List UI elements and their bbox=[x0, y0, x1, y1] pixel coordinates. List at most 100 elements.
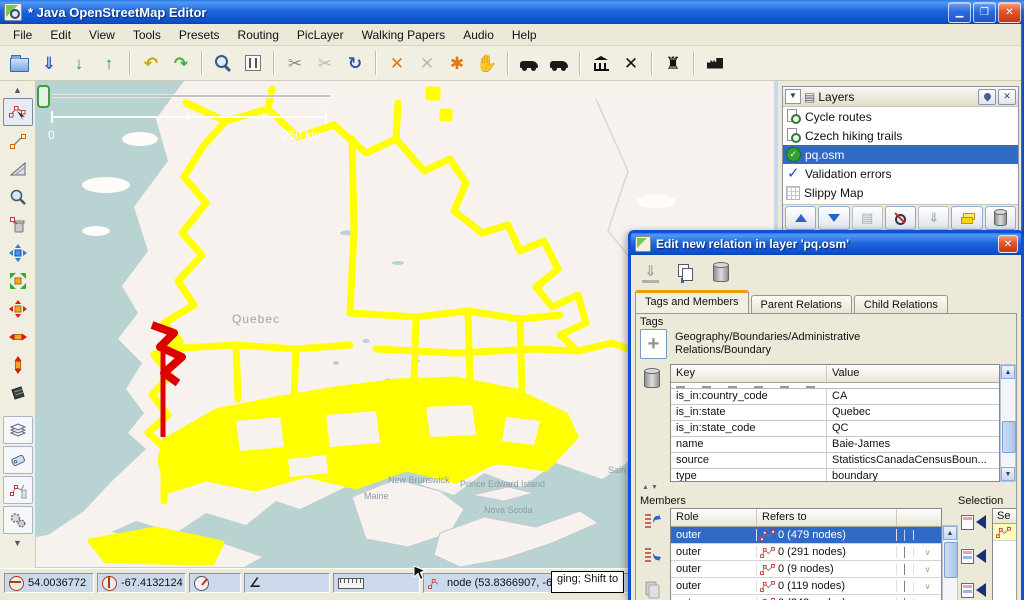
menu-walking-papers[interactable]: Walking Papers bbox=[353, 25, 455, 45]
tag-editor-toggle-button[interactable] bbox=[3, 446, 33, 474]
merge-nodes-button[interactable]: ✕ bbox=[412, 49, 442, 77]
castle-button[interactable]: ♜ bbox=[658, 49, 688, 77]
select-tool-button[interactable] bbox=[3, 98, 33, 126]
panel-menu-button[interactable]: ▼ bbox=[785, 89, 801, 104]
layer-row-cycle-routes[interactable]: Cycle routes bbox=[783, 107, 1018, 126]
add-selection-at-start-button[interactable] bbox=[958, 510, 988, 534]
tag-row[interactable]: is_in:country_codeCA bbox=[671, 389, 999, 405]
sidebar-scroll-up-button[interactable]: ▲ bbox=[4, 83, 32, 96]
sticky-pin-button[interactable] bbox=[978, 89, 996, 105]
restaurant-button[interactable]: ✕ bbox=[616, 49, 646, 77]
menu-piclayer[interactable]: PicLayer bbox=[288, 25, 353, 45]
update-data-button[interactable]: ↻ bbox=[340, 49, 370, 77]
move-layer-down-button[interactable] bbox=[818, 206, 849, 230]
menu-help[interactable]: Help bbox=[503, 25, 546, 45]
member-row[interactable]: outer0 (119 nodes)│∨ bbox=[671, 578, 941, 595]
scroll-up-button[interactable]: ▲ bbox=[943, 526, 957, 540]
value-column-header[interactable]: Value bbox=[827, 365, 999, 382]
dialog-titlebar[interactable]: Edit new relation in layer 'pq.osm' ✕ bbox=[631, 233, 1021, 255]
tab-parent-relations[interactable]: Parent Relations bbox=[751, 295, 852, 314]
minimize-button[interactable]: ▁ bbox=[948, 2, 971, 23]
redo-button[interactable]: ↷ bbox=[166, 49, 196, 77]
unglue-ways-button[interactable]: ✂ bbox=[280, 49, 310, 77]
tab-child-relations[interactable]: Child Relations bbox=[854, 295, 948, 314]
add-member-after-button[interactable] bbox=[639, 542, 665, 568]
download-data-button[interactable]: ⇓ bbox=[34, 49, 64, 77]
panel-close-button[interactable]: ✕ bbox=[998, 89, 1016, 105]
member-row[interactable]: outer0 (243 nodes)│∨ bbox=[671, 595, 941, 600]
upload-button[interactable]: ↑ bbox=[94, 49, 124, 77]
selection-row[interactable] bbox=[993, 524, 1017, 541]
member-row[interactable]: outer0 (9 nodes)│∨ bbox=[671, 561, 941, 578]
duplicate-layer-button[interactable] bbox=[951, 206, 982, 230]
draw-node-tool-button[interactable] bbox=[4, 128, 32, 154]
relation-editor-toggle-button[interactable] bbox=[3, 476, 33, 504]
key-column-header[interactable]: Key bbox=[671, 365, 827, 382]
member-row[interactable]: outer0 (291 nodes)│∨ bbox=[671, 544, 941, 561]
open-button[interactable] bbox=[4, 49, 34, 77]
menu-edit[interactable]: Edit bbox=[41, 25, 80, 45]
tag-row[interactable]: nameBaie-James bbox=[671, 437, 999, 453]
scale-tool-button[interactable] bbox=[4, 268, 32, 294]
delete-tag-button[interactable] bbox=[639, 366, 665, 392]
members-table-header[interactable]: Role Refers to bbox=[671, 509, 941, 527]
delete-layer-button[interactable] bbox=[985, 206, 1016, 230]
delete-relation-button[interactable] bbox=[707, 259, 734, 286]
merge-layer-button[interactable]: ⇓ bbox=[918, 206, 949, 230]
dialog-close-button[interactable]: ✕ bbox=[998, 235, 1018, 253]
tags-table-header[interactable]: Key Value bbox=[671, 365, 999, 383]
activate-layer-button[interactable]: ▤ bbox=[852, 206, 883, 230]
layer-list-toggle-button[interactable] bbox=[3, 416, 33, 444]
scroll-up-button[interactable]: ▲ bbox=[1001, 365, 1015, 379]
tag-row[interactable]: typeboundary bbox=[671, 469, 999, 482]
tag-row[interactable]: is_in:state_codeQC bbox=[671, 421, 999, 437]
members-scrollbar[interactable]: ▲ bbox=[942, 525, 958, 600]
menu-audio[interactable]: Audio bbox=[454, 25, 503, 45]
zoom-tool-button[interactable] bbox=[4, 184, 32, 210]
refers-to-column-header[interactable]: Refers to bbox=[757, 509, 897, 526]
show-hide-layer-button[interactable] bbox=[885, 206, 916, 230]
parking-button[interactable] bbox=[514, 49, 544, 77]
add-selection-before-button[interactable] bbox=[958, 544, 988, 568]
selection-column-header[interactable]: Se bbox=[993, 509, 1017, 524]
close-button[interactable]: ✕ bbox=[998, 2, 1021, 23]
mirror-horizontal-tool-button[interactable] bbox=[4, 324, 32, 350]
delete-tool-button[interactable] bbox=[4, 212, 32, 238]
link-column-header[interactable] bbox=[897, 509, 941, 526]
unglue-node-button[interactable]: ✱ bbox=[442, 49, 472, 77]
sidebar-scroll-down-button[interactable]: ▼ bbox=[4, 536, 32, 549]
tag-row[interactable]: is_in:stateQuebec bbox=[671, 405, 999, 421]
menu-routing[interactable]: Routing bbox=[229, 25, 288, 45]
add-selection-after-button[interactable] bbox=[958, 578, 988, 600]
move-layer-up-button[interactable] bbox=[785, 206, 816, 230]
works-button[interactable] bbox=[700, 49, 730, 77]
tags-scrollbar[interactable]: ▲ ▼ bbox=[1000, 364, 1016, 482]
apply-changes-button[interactable] bbox=[637, 259, 664, 286]
mirror-vertical-tool-button[interactable] bbox=[4, 352, 32, 378]
add-tag-button[interactable]: + bbox=[640, 329, 667, 359]
window-titlebar[interactable]: * Java OpenStreetMap Editor ▁ ❐ ✕ bbox=[0, 0, 1024, 24]
tag-row[interactable]: sourceStatisticsCanadaCensusBoun... bbox=[671, 453, 999, 469]
layer-row-czech-hiking-trails[interactable]: Czech hiking trails bbox=[783, 126, 1018, 145]
preferences-button[interactable] bbox=[238, 49, 268, 77]
restore-button[interactable]: ❐ bbox=[973, 2, 996, 23]
split-way-button[interactable]: ✂ bbox=[310, 49, 340, 77]
menu-presets[interactable]: Presets bbox=[170, 25, 229, 45]
create-grid-tool-button[interactable] bbox=[4, 380, 32, 406]
search-button[interactable] bbox=[208, 49, 238, 77]
menu-tools[interactable]: Tools bbox=[124, 25, 170, 45]
copy-members-button[interactable] bbox=[639, 576, 665, 600]
menu-view[interactable]: View bbox=[80, 25, 124, 45]
layer-row-validation-errors[interactable]: Validation errors bbox=[783, 164, 1018, 183]
undo-button[interactable]: ↶ bbox=[136, 49, 166, 77]
car-button[interactable] bbox=[544, 49, 574, 77]
measure-tool-button[interactable] bbox=[4, 156, 32, 182]
scroll-down-button[interactable]: ▼ bbox=[1001, 467, 1015, 481]
move-tool-button[interactable] bbox=[4, 240, 32, 266]
map-settings-toggle-button[interactable] bbox=[3, 506, 33, 534]
layer-row-pq-osm[interactable]: pq.osm bbox=[783, 145, 1018, 164]
download-gpx-button[interactable]: ↓ bbox=[64, 49, 94, 77]
member-row[interactable]: outer0 (479 nodes)│ bbox=[671, 527, 941, 544]
duplicate-relation-button[interactable] bbox=[672, 259, 699, 286]
add-member-before-button[interactable] bbox=[639, 508, 665, 534]
